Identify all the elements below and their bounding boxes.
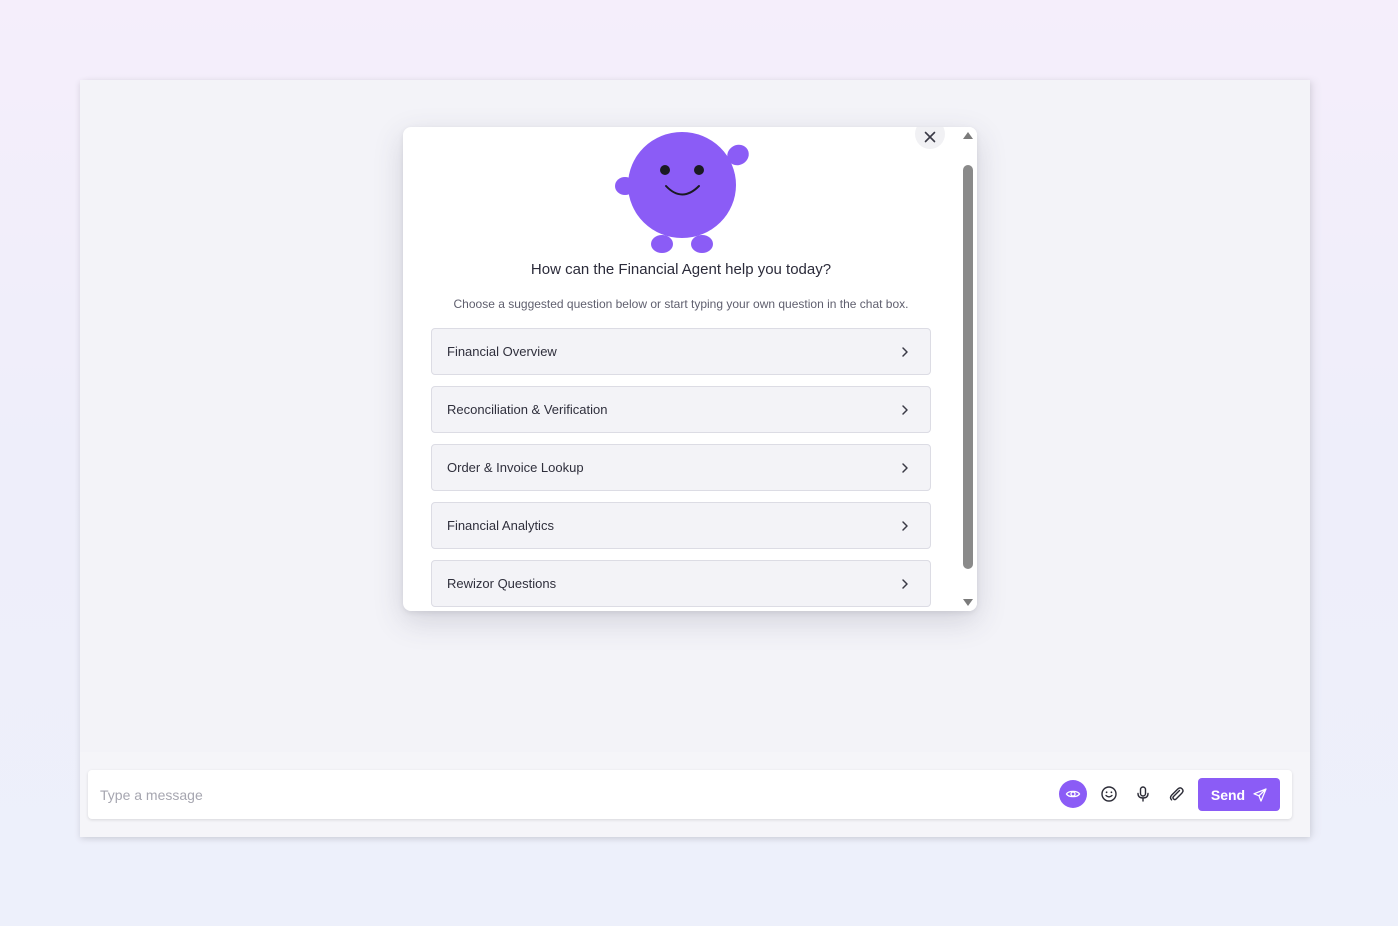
- chevron-right-icon: [902, 405, 908, 415]
- modal-content: How can the Financial Agent help you tod…: [403, 127, 959, 611]
- suggestion-rewizor-questions[interactable]: Rewizor Questions: [431, 560, 931, 607]
- suggestions-modal: How can the Financial Agent help you tod…: [403, 127, 977, 611]
- suggestion-list: Financial Overview Reconciliation & Veri…: [431, 328, 931, 611]
- paperclip-icon: [1169, 787, 1184, 801]
- scroll-down-arrow-icon[interactable]: [963, 599, 973, 606]
- scrollbar-thumb[interactable]: [963, 165, 973, 569]
- smile-icon: [1101, 786, 1117, 802]
- suggestion-label: Order & Invoice Lookup: [447, 460, 584, 475]
- suggestion-reconciliation-verification[interactable]: Reconciliation & Verification: [431, 386, 931, 433]
- visibility-button[interactable]: [1059, 780, 1087, 808]
- message-composer: Send: [88, 770, 1292, 819]
- attach-file-button[interactable]: [1162, 780, 1190, 808]
- chat-window: How can the Financial Agent help you tod…: [80, 80, 1310, 837]
- microphone-icon: [1137, 786, 1149, 802]
- message-input[interactable]: [88, 770, 1052, 819]
- scroll-up-arrow-icon[interactable]: [963, 132, 973, 139]
- eye-icon: [1065, 790, 1081, 798]
- chevron-right-icon: [902, 347, 908, 357]
- mascot-icon: [615, 132, 749, 253]
- suggestion-financial-overview[interactable]: Financial Overview: [431, 328, 931, 375]
- chevron-right-icon: [902, 579, 908, 589]
- chevron-right-icon: [902, 463, 908, 473]
- chat-area: How can the Financial Agent help you tod…: [80, 80, 1310, 752]
- send-label: Send: [1210, 786, 1246, 803]
- modal-subheading: Choose a suggested question below or sta…: [453, 297, 909, 311]
- close-icon: [924, 131, 936, 143]
- suggestion-label: Rewizor Questions: [447, 576, 557, 591]
- suggestion-label: Financial Overview: [447, 344, 557, 359]
- suggestion-label: Reconciliation & Verification: [447, 402, 608, 417]
- modal-heading: How can the Financial Agent help you tod…: [530, 261, 832, 278]
- send-button[interactable]: Send: [1198, 778, 1280, 811]
- emoji-button[interactable]: [1095, 780, 1123, 808]
- suggestion-label: Financial Analytics: [447, 518, 554, 533]
- modal-scrollbar[interactable]: [959, 127, 977, 611]
- voice-input-button[interactable]: [1129, 780, 1157, 808]
- close-button[interactable]: [915, 127, 945, 149]
- composer-bar: Send: [80, 752, 1310, 837]
- suggestion-financial-analytics[interactable]: Financial Analytics: [431, 502, 931, 549]
- suggestion-order-invoice-lookup[interactable]: Order & Invoice Lookup: [431, 444, 931, 491]
- chevron-right-icon: [902, 521, 908, 531]
- send-icon: [1253, 787, 1267, 802]
